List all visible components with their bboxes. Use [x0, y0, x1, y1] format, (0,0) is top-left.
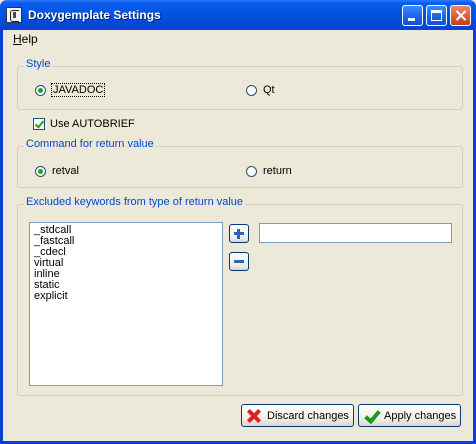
title-bar[interactable]: Doxygemplate Settings [0, 0, 476, 30]
radio-retval[interactable]: retval [35, 165, 79, 177]
radio-javadoc-label: JAVADOC [50, 83, 106, 97]
discard-icon [246, 408, 262, 424]
radio-qt-label: Qt [263, 84, 275, 96]
menu-help[interactable]: Help [13, 32, 38, 46]
list-item[interactable]: inline [34, 269, 218, 280]
menu-bar: Help [3, 30, 473, 48]
excluded-group-title: Excluded keywords from type of return va… [24, 196, 246, 208]
maximize-icon [431, 10, 442, 21]
radio-retval-label: retval [52, 165, 79, 177]
apply-label: Apply changes [384, 409, 457, 422]
radio-return-dot[interactable] [246, 165, 257, 177]
apply-changes-button[interactable]: Apply changes [358, 404, 461, 427]
return-group-title: Command for return value [24, 138, 156, 150]
autobrief-checkbox[interactable]: Use AUTOBRIEF [33, 118, 135, 130]
add-keyword-button[interactable] [229, 224, 249, 243]
autobrief-check-icon[interactable] [33, 118, 45, 130]
remove-keyword-button[interactable] [229, 252, 249, 271]
style-group-title: Style [24, 58, 53, 70]
help-label-rest: elp [21, 32, 38, 46]
radio-return[interactable]: return [246, 165, 292, 177]
window-title: Doxygemplate Settings [28, 8, 161, 22]
radio-qt-dot[interactable] [246, 84, 257, 96]
help-mnemonic: H [13, 32, 22, 46]
radio-return-label: return [263, 165, 292, 177]
discard-label: Discard changes [267, 409, 349, 422]
radio-qt[interactable]: Qt [246, 84, 275, 96]
close-button[interactable] [450, 5, 471, 26]
minimize-icon [408, 18, 415, 21]
app-icon[interactable] [6, 7, 22, 23]
keyword-input[interactable] [259, 223, 452, 243]
settings-window: Doxygemplate Settings Help Style JAVADOC… [0, 0, 476, 444]
autobrief-label: Use AUTOBRIEF [50, 118, 135, 130]
return-group: Command for return value retval return [17, 138, 463, 188]
apply-check-icon [363, 408, 379, 424]
maximize-button[interactable] [426, 5, 447, 26]
radio-javadoc[interactable]: JAVADOC [35, 83, 106, 97]
radio-retval-dot[interactable] [35, 165, 46, 177]
style-group: Style JAVADOC Qt [17, 58, 463, 110]
keywords-listbox[interactable]: _stdcall _fastcall _cdecl virtual inline… [29, 222, 223, 386]
radio-javadoc-dot[interactable] [35, 84, 46, 96]
discard-changes-button[interactable]: Discard changes [241, 404, 354, 427]
list-item[interactable]: virtual [34, 258, 218, 269]
minimize-button[interactable] [402, 5, 423, 26]
list-item[interactable]: explicit [34, 291, 218, 302]
